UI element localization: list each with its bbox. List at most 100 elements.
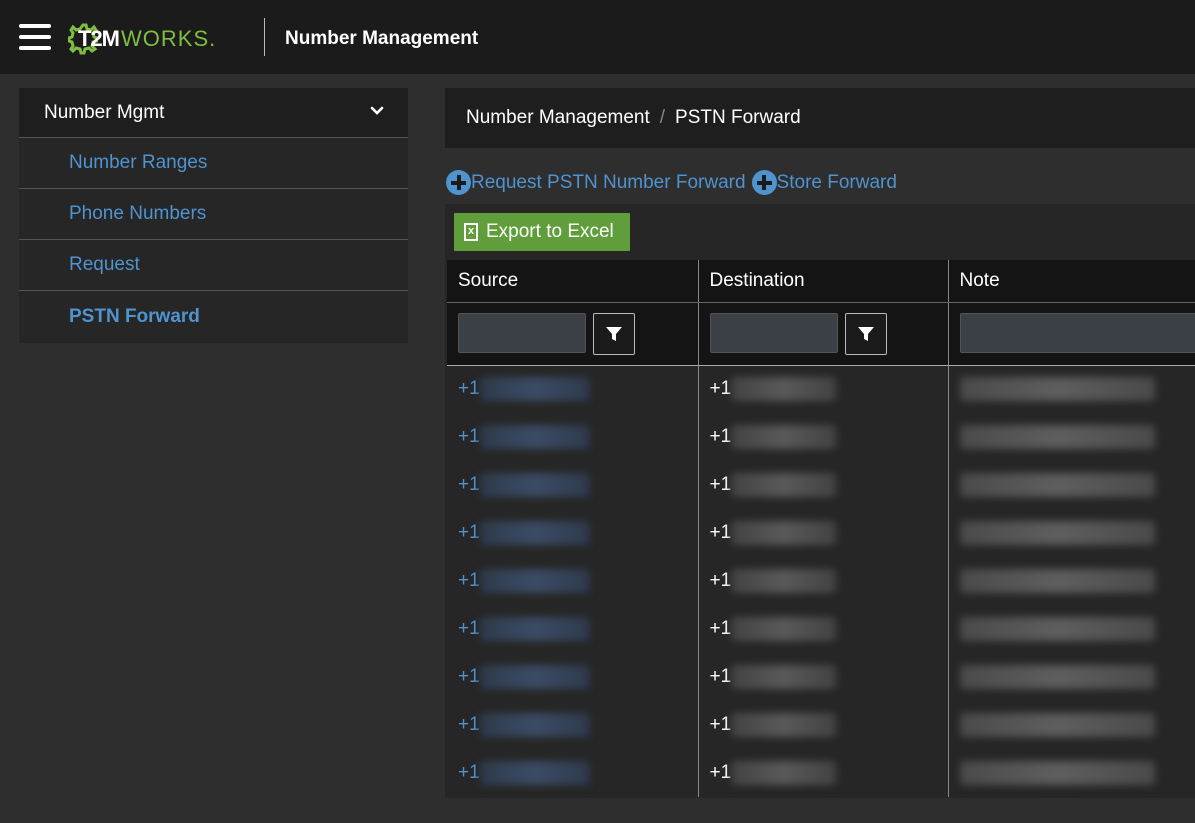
- redacted-text: [731, 761, 837, 785]
- redacted-text: [479, 617, 590, 641]
- redacted-text: [479, 761, 590, 785]
- breadcrumb-parent[interactable]: Number Management: [466, 107, 650, 129]
- table-row[interactable]: +1 +1: [447, 413, 1195, 461]
- source-value[interactable]: +1: [458, 762, 480, 783]
- redacted-text: [731, 569, 837, 593]
- table-row[interactable]: +1 +1: [447, 557, 1195, 605]
- destination-cell: +1: [698, 413, 949, 461]
- destination-filter-button[interactable]: [844, 312, 887, 355]
- logo[interactable]: T2M WORKS.: [68, 22, 216, 56]
- sidebar-item-number-ranges[interactable]: Number Ranges: [19, 138, 408, 189]
- table-row[interactable]: +1 +1: [447, 461, 1195, 509]
- source-value[interactable]: +1: [458, 714, 480, 735]
- column-header-source[interactable]: Source: [447, 260, 699, 303]
- note-cell: [948, 365, 1195, 413]
- request-pstn-forward-link[interactable]: Request PSTN Number Forward: [446, 170, 746, 195]
- filter-icon: [857, 326, 874, 341]
- table-row[interactable]: +1 +1: [447, 749, 1195, 797]
- source-cell[interactable]: +1: [447, 365, 699, 413]
- source-cell[interactable]: +1: [447, 557, 699, 605]
- store-forward-label: Store Forward: [776, 171, 897, 193]
- redacted-text: [479, 665, 590, 689]
- destination-cell: +1: [698, 557, 949, 605]
- table-row[interactable]: +1 +1: [447, 605, 1195, 653]
- note-cell: [948, 557, 1195, 605]
- column-header-note[interactable]: Note: [948, 260, 1195, 303]
- destination-filter-input[interactable]: [709, 312, 838, 353]
- destination-value: +1: [709, 378, 732, 400]
- breadcrumb-separator: /: [659, 107, 666, 128]
- sidebar-item-pstn-forward[interactable]: PSTN Forward: [19, 291, 408, 343]
- source-cell[interactable]: +1: [447, 413, 699, 461]
- source-cell[interactable]: +1: [447, 653, 699, 701]
- redacted-text: [959, 617, 1155, 641]
- sidebar-item-label: Request: [69, 254, 140, 275]
- source-cell[interactable]: +1: [447, 509, 699, 557]
- request-pstn-forward-label: Request PSTN Number Forward: [471, 171, 746, 193]
- redacted-text: [479, 377, 590, 402]
- source-value[interactable]: +1: [458, 474, 480, 495]
- destination-value: +1: [709, 714, 732, 736]
- source-value[interactable]: +1: [458, 522, 480, 543]
- redacted-text: [479, 569, 590, 593]
- breadcrumb: Number Management / PSTN Forward: [445, 88, 1195, 148]
- table-row[interactable]: +1 +1: [447, 365, 1195, 413]
- destination-value: +1: [709, 474, 732, 496]
- sidebar-item-phone-numbers[interactable]: Phone Numbers: [19, 189, 408, 240]
- source-value[interactable]: +1: [458, 570, 480, 591]
- sidebar-group-label: Number Mgmt: [44, 101, 165, 123]
- destination-cell: +1: [698, 509, 949, 557]
- top-bar: T2M WORKS. Number Management: [0, 0, 1195, 74]
- table-row[interactable]: +1 +1: [447, 509, 1195, 557]
- sidebar: Number Mgmt Number Ranges Phone Numbers …: [19, 88, 408, 343]
- sidebar-group-number-mgmt[interactable]: Number Mgmt: [19, 88, 408, 138]
- destination-cell: +1: [698, 653, 949, 701]
- store-forward-link[interactable]: Store Forward: [751, 170, 897, 195]
- source-cell[interactable]: +1: [447, 749, 699, 797]
- redacted-text: [731, 665, 837, 689]
- destination-cell: +1: [698, 461, 949, 509]
- export-to-excel-button[interactable]: x Export to Excel: [454, 213, 630, 251]
- source-cell[interactable]: +1: [447, 461, 699, 509]
- logo-t2m-text: T2M: [78, 26, 120, 51]
- logo-works-text: WORKS.: [121, 26, 217, 51]
- action-links: Request PSTN Number Forward Store Forwar…: [446, 170, 903, 195]
- grid-toolbar: x Export to Excel: [445, 204, 1195, 260]
- destination-value: +1: [709, 762, 732, 784]
- destination-value: +1: [709, 570, 732, 592]
- chevron-down-icon[interactable]: [370, 104, 384, 118]
- source-value[interactable]: +1: [458, 378, 480, 399]
- redacted-text: [731, 425, 837, 449]
- sidebar-item-label: PSTN Forward: [69, 306, 200, 327]
- source-cell[interactable]: +1: [447, 701, 699, 749]
- note-cell: [948, 461, 1195, 509]
- destination-cell: +1: [698, 605, 949, 653]
- source-cell[interactable]: +1: [447, 605, 699, 653]
- redacted-text: [959, 665, 1155, 689]
- destination-value: +1: [709, 426, 732, 448]
- column-header-destination[interactable]: Destination: [698, 260, 949, 303]
- destination-value: +1: [709, 666, 732, 688]
- forward-grid: x Export to Excel Source Destination Not…: [445, 204, 1195, 798]
- menu-icon[interactable]: [19, 24, 51, 52]
- table-row[interactable]: +1 +1: [447, 701, 1195, 749]
- app-title: Number Management: [285, 28, 479, 49]
- destination-cell: +1: [698, 365, 949, 413]
- note-filter-input[interactable]: [959, 312, 1195, 353]
- sidebar-item-label: Number Ranges: [69, 152, 208, 173]
- redacted-text: [731, 521, 837, 545]
- source-value[interactable]: +1: [458, 666, 480, 687]
- source-value[interactable]: +1: [458, 426, 480, 447]
- source-filter-input[interactable]: [458, 312, 586, 353]
- redacted-text: [479, 521, 590, 545]
- redacted-text: [959, 761, 1155, 785]
- grid-table: Source Destination Note +1 +1 +1 +1 +1 +…: [447, 260, 1195, 797]
- sidebar-item-request[interactable]: Request: [19, 240, 408, 291]
- redacted-text: [731, 617, 837, 641]
- source-value[interactable]: +1: [458, 618, 480, 639]
- redacted-text: [731, 377, 837, 402]
- table-row[interactable]: +1 +1: [447, 653, 1195, 701]
- plus-circle-icon: [751, 170, 777, 195]
- source-filter-button[interactable]: [593, 312, 635, 355]
- plus-circle-icon: [446, 170, 471, 195]
